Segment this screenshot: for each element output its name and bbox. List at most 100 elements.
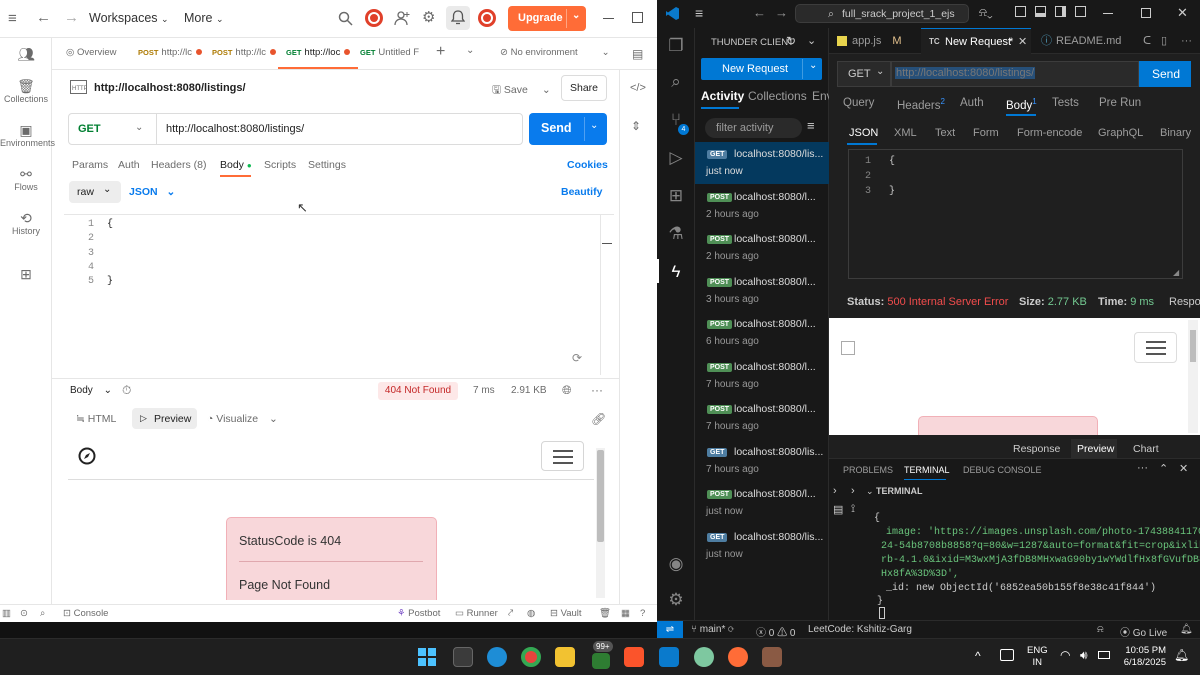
refresh-icon[interactable]: ↻ xyxy=(786,34,796,48)
visualize-view-tab[interactable]: ◔ Visualize ⌄ xyxy=(207,413,278,425)
history-item[interactable]: POST localhost:8080/l... 3 hours ago xyxy=(695,270,829,312)
help-icon[interactable]: ? xyxy=(640,608,645,619)
runner-button[interactable]: ▭ Runner xyxy=(455,608,498,619)
sidebar-toggle-icon[interactable]: ▥ xyxy=(2,608,11,619)
response-body-select[interactable]: Body ⌄ xyxy=(70,385,112,396)
navbar-toggler[interactable] xyxy=(541,441,584,471)
raw-select[interactable]: raw ⌄ xyxy=(69,181,121,203)
editor-scroll-track[interactable] xyxy=(600,215,601,375)
resp-tab-chart[interactable]: Chart xyxy=(1133,443,1159,455)
body-editor[interactable]: 1 2 3 4 5 { } ⟳ xyxy=(64,214,614,375)
customize-layout-icon[interactable] xyxy=(1075,6,1086,17)
method-dropdown[interactable]: GET ⌄ xyxy=(837,61,891,87)
console-button[interactable]: ⊡ Console xyxy=(63,608,108,619)
body-type-binary[interactable]: Binary xyxy=(1160,127,1191,139)
problems-indicator[interactable]: ⓧ 0 ⚠ 0 xyxy=(756,624,795,639)
response-time[interactable]: 7 ms xyxy=(473,385,495,396)
whatsapp-icon[interactable] xyxy=(592,653,610,669)
request-title[interactable]: http://localhost:8080/listings/ xyxy=(94,82,246,94)
terminal-list-icon[interactable]: ▤ xyxy=(833,503,843,516)
leetcode-status[interactable]: LeetCode: Kshitiz-Garg xyxy=(808,624,912,635)
copilot-status-icon[interactable]: ⍾ xyxy=(1097,624,1104,635)
notifications-bell-icon[interactable]: 🔔︎ xyxy=(1180,624,1193,635)
tab-new-request[interactable]: TC New Request * ✕ xyxy=(921,28,1031,54)
side-tab-env[interactable]: Env xyxy=(812,89,829,103)
tabs-overflow-icon[interactable]: ᑕ xyxy=(1143,28,1151,54)
upgrade-button[interactable]: Upgrade ⌄ xyxy=(508,6,586,31)
body-type-graphql[interactable]: GraphQL xyxy=(1098,127,1143,139)
tab-post-1[interactable]: POST http://lc xyxy=(138,47,203,58)
testing-icon[interactable]: ⚗ xyxy=(666,224,686,244)
preview-scrollbar-thumb[interactable] xyxy=(1190,330,1196,362)
rail-history[interactable]: ⟲ History xyxy=(0,210,52,236)
rail-collections[interactable]: 👥︎ xyxy=(0,46,52,62)
panel-chevron-icon[interactable]: › xyxy=(833,485,837,497)
user-avatar-icon[interactable] xyxy=(364,8,384,28)
req-tab-prerun[interactable]: Pre Run xyxy=(1099,97,1141,109)
req-tab-auth[interactable]: Auth xyxy=(960,97,984,109)
resp-tab-response[interactable]: Response xyxy=(1013,443,1060,455)
layout-icon[interactable]: ▦ xyxy=(621,608,630,619)
file-explorer-icon[interactable] xyxy=(555,647,575,667)
tab-headers[interactable]: Headers (8) xyxy=(151,159,206,171)
panel-close-icon[interactable]: ✕ xyxy=(1179,462,1188,475)
code-snippet-icon[interactable]: </> xyxy=(630,82,646,94)
toggle-panel-icon[interactable] xyxy=(1035,6,1046,17)
history-clock-icon[interactable]: ⏱︎ xyxy=(122,383,131,398)
accounts-icon[interactable]: ◉ xyxy=(666,554,686,574)
environment-selector[interactable]: ⊘ No environment ⌄ xyxy=(500,47,610,58)
extensions-icon[interactable]: ⊞ xyxy=(666,186,686,206)
tray-overflow-icon[interactable]: ^ xyxy=(975,649,981,663)
editor-actions-icon[interactable]: ▯ xyxy=(1161,28,1167,54)
side-tab-activity[interactable]: Activity xyxy=(701,89,744,103)
response-tab-truncated[interactable]: Respo xyxy=(1169,296,1200,308)
back-arrow-icon[interactable]: ← xyxy=(753,5,766,20)
navbar-toggler[interactable] xyxy=(1134,332,1177,363)
terminal-section-header[interactable]: ⌄ TERMINAL xyxy=(866,486,923,497)
new-request-button[interactable]: New Request ⌄ xyxy=(701,58,822,80)
req-tab-query[interactable]: Query xyxy=(843,97,874,109)
html-view-tab[interactable]: ≒ HTML xyxy=(76,413,116,425)
tab-post-2[interactable]: POST http://lc xyxy=(212,47,277,58)
tab-body[interactable]: Body ● xyxy=(220,159,252,171)
workspaces-menu[interactable]: Workspaces ⌄ xyxy=(89,11,169,25)
cookies-link[interactable]: Cookies xyxy=(567,159,608,171)
panel-tab-debug-console[interactable]: DEBUG CONSOLE xyxy=(963,465,1042,475)
wifi-icon[interactable]: ◠ xyxy=(1060,648,1070,662)
postbot-button[interactable]: ⚘ Postbot xyxy=(397,608,440,619)
app-taskbar-icon[interactable] xyxy=(694,647,714,667)
tab-scripts[interactable]: Scripts xyxy=(264,159,296,171)
edge-browser-icon[interactable] xyxy=(487,647,507,667)
forward-arrow-icon[interactable]: → xyxy=(775,5,788,20)
tab-app-js[interactable]: app.js M xyxy=(837,28,902,54)
chevron-down-icon[interactable]: ⌄ xyxy=(572,10,580,21)
vscode-taskbar-icon[interactable] xyxy=(659,647,679,667)
tab-params[interactable]: Params xyxy=(72,159,108,171)
hamburger-menu-icon[interactable]: ≡ xyxy=(8,11,17,26)
new-request-chevron-icon[interactable]: ⌄ xyxy=(809,60,817,71)
globe-icon[interactable]: 🌐︎ xyxy=(562,383,572,398)
history-item[interactable]: POST localhost:8080/l... just now xyxy=(695,482,829,524)
task-view-icon[interactable] xyxy=(453,647,473,667)
side-tab-collections[interactable]: Collections xyxy=(748,89,807,103)
run-debug-icon[interactable]: ▷ xyxy=(666,148,686,168)
send-button[interactable]: Send xyxy=(1139,61,1191,87)
minimize-icon[interactable] xyxy=(603,18,614,19)
tab-get-active[interactable]: GET http://loc xyxy=(286,47,351,58)
app-taskbar-icon-2[interactable] xyxy=(762,647,782,667)
req-tab-headers[interactable]: Headers2 xyxy=(897,97,945,112)
json-body-editor[interactable]: 1 2 3 { } ◢ xyxy=(848,149,1183,279)
send-button[interactable]: Send ⌄ xyxy=(529,113,607,145)
postman-taskbar-icon[interactable] xyxy=(728,647,748,667)
collapse-icon[interactable]: ⌄ xyxy=(807,34,816,47)
rail-apps[interactable]: ⊞ xyxy=(0,266,52,282)
link-icon[interactable]: 🔗︎ xyxy=(591,412,606,426)
brave-browser-icon[interactable] xyxy=(624,647,644,667)
body-type-text[interactable]: Text xyxy=(935,127,955,139)
beautify-link[interactable]: Beautify xyxy=(561,186,602,198)
history-item[interactable]: POST localhost:8080/l... 2 hours ago xyxy=(695,185,829,227)
go-live-button[interactable]: ⦿ Go Live xyxy=(1120,624,1167,639)
trash-icon[interactable]: 🗑︎ xyxy=(599,608,611,619)
copilot-icon[interactable]: ⍾⌄ xyxy=(979,5,993,20)
req-tab-body[interactable]: Body1 xyxy=(1006,97,1037,112)
